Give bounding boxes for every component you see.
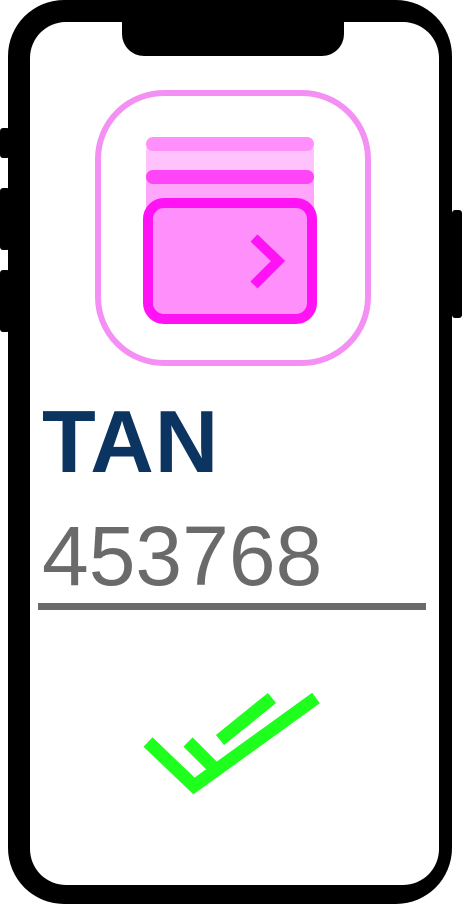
phone-mute-switch [0,128,10,158]
tan-input[interactable] [38,510,426,610]
phone-illustration: TAN [0,0,462,904]
tan-label: TAN [42,392,220,491]
phone-notch [122,22,344,56]
phone-volume-down-button [0,270,10,332]
stacked-cards-arrow-icon [95,90,371,366]
phone-power-button [452,210,462,318]
double-check-icon [143,692,320,795]
phone-volume-up-button [0,188,10,250]
